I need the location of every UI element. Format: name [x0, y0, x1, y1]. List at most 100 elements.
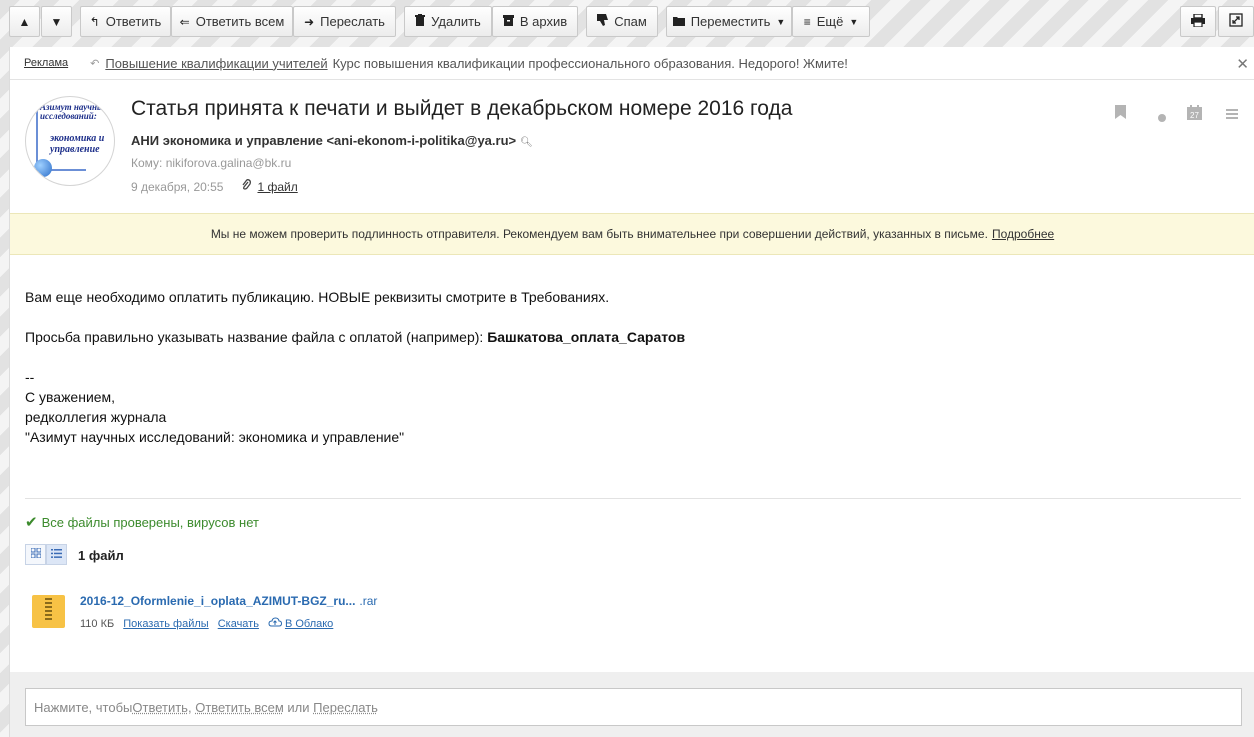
chevron-down-icon: ▼: [849, 16, 859, 27]
more-button-label: Ещё: [816, 14, 844, 29]
ad-text: Курс повышения квалификации профессионал…: [332, 55, 848, 71]
reply-all-icon: ⇐: [179, 14, 190, 29]
quick-reply-link[interactable]: Ответить: [132, 700, 188, 715]
quick-reply-separator: ,: [187, 699, 196, 715]
move-button[interactable]: Переместить ▼: [666, 6, 792, 37]
close-icon[interactable]: ✕: [1236, 55, 1249, 73]
message-subject: Статья принята к печати и выйдет в декаб…: [131, 97, 793, 120]
archive-file-icon[interactable]: [32, 595, 65, 628]
thumbs-down-icon: [597, 14, 609, 29]
body-line-text: Просьба правильно указывать название фай…: [25, 329, 488, 345]
bookmark-icon[interactable]: [1115, 105, 1126, 123]
arrow-up-icon: ▲: [18, 14, 31, 29]
quick-reply-prefix: Нажмите, чтобы: [34, 699, 133, 715]
archive-icon: [502, 14, 514, 29]
reply-icon: ↰: [89, 14, 100, 29]
print-button[interactable]: [1180, 6, 1216, 37]
globe-icon: [34, 159, 52, 177]
signature-line: "Азимут научных исследований: экономика …: [25, 429, 405, 445]
reply-all-button[interactable]: ⇐ Ответить всем: [171, 6, 293, 37]
archive-button[interactable]: В архив: [492, 6, 578, 37]
hamburger-icon[interactable]: [1226, 107, 1238, 124]
ad-link[interactable]: Повышение квалификации учителей: [105, 56, 327, 71]
attachment-name: 2016-12_Oformlenie_i_oplata_AZIMUT-BGZ_r…: [80, 594, 356, 608]
attachments-count: 1 файл: [78, 548, 124, 563]
search-icon[interactable]: 🔍︎: [520, 137, 533, 148]
virus-check-status: ✔ Все файлы проверены, вирусов нет: [25, 513, 259, 531]
body-line: Вам еще необходимо оплатить публикацию. …: [25, 289, 610, 305]
recipient-line: Кому: nikiforova.galina@bk.ru: [131, 156, 292, 170]
message-date: 9 декабря, 20:55: [131, 179, 224, 194]
expand-window-button[interactable]: [1218, 6, 1254, 37]
save-to-cloud-link[interactable]: В Облако: [285, 618, 333, 630]
divider: [25, 498, 1241, 499]
quick-reply-separator: или: [283, 699, 314, 715]
attachment-ext: .rar: [359, 594, 378, 608]
reply-all-button-label: Ответить всем: [195, 14, 285, 29]
signature-line: редколлегия журнала: [25, 409, 167, 425]
grid-view-button[interactable]: [25, 544, 46, 565]
message-toolbar: ▲ ▼ ↰ Ответить ⇐ Ответить всем ➜ Пересла…: [0, 0, 1254, 44]
folder-icon: [672, 15, 685, 29]
attachments-view-toggle: [25, 544, 68, 565]
message-body: Вам еще необходимо оплатить публикацию. …: [25, 287, 1225, 447]
unread-dot-icon[interactable]: [1158, 109, 1166, 126]
list-view-button[interactable]: [46, 544, 67, 565]
message-meta: 9 декабря, 20:55 1 файл: [131, 179, 298, 194]
archive-button-label: В архив: [519, 14, 568, 29]
check-icon: ✔: [25, 514, 38, 531]
warning-text: Мы не можем проверить подлинность отправ…: [210, 227, 988, 241]
printer-icon: [1191, 12, 1205, 30]
forward-icon: ➜: [304, 14, 315, 29]
attachment-size: 110 КБ: [80, 617, 115, 630]
show-files-link[interactable]: Показать файлы: [123, 618, 208, 630]
body-filename-example: Башкатова_оплата_Саратов: [487, 329, 686, 345]
trash-icon: [415, 14, 426, 29]
calendar-day: 27: [1190, 111, 1199, 120]
forward-button[interactable]: ➜ Переслать: [293, 6, 396, 37]
zipper: [45, 598, 52, 620]
ad-label[interactable]: Реклама: [24, 57, 68, 69]
expand-icon: [1229, 13, 1243, 30]
previous-message-button[interactable]: ▲: [9, 6, 40, 37]
delete-button-label: Удалить: [431, 14, 481, 29]
sender-warning-banner: Мы не можем проверить подлинность отправ…: [10, 213, 1254, 255]
quick-reply-area: Нажмите, чтобы Ответить , Ответить всем …: [10, 672, 1254, 737]
arrow-down-icon: ▼: [50, 14, 63, 29]
body-line: Просьба правильно указывать название фай…: [25, 327, 1225, 347]
reply-button-label: Ответить: [105, 14, 162, 29]
signature-line: С уважением,: [25, 389, 116, 405]
quick-reply-box[interactable]: Нажмите, чтобы Ответить , Ответить всем …: [25, 688, 1242, 726]
cloud-upload-icon: [268, 617, 282, 630]
spam-button[interactable]: Спам: [586, 6, 658, 37]
attachments-link[interactable]: 1 файл: [257, 180, 297, 194]
more-button[interactable]: ≡ Ещё ▼: [792, 6, 870, 37]
spam-button-label: Спам: [614, 14, 647, 29]
warning-more-link[interactable]: Подробнее: [992, 227, 1054, 241]
sender-avatar: Азимут научных исследований: экономика и…: [25, 96, 115, 186]
sender-name[interactable]: АНИ экономика и управление <ani-ekonom-i…: [131, 133, 516, 148]
signature-dash: --: [25, 369, 35, 385]
quick-reply-all-link[interactable]: Ответить всем: [195, 700, 284, 715]
list-icon: [51, 548, 62, 561]
chevron-down-icon: ▼: [776, 16, 786, 27]
avatar-logo-top-text: Азимут научных исследований:: [40, 102, 108, 121]
paperclip-icon: [241, 179, 252, 194]
quick-forward-link[interactable]: Переслать: [313, 700, 378, 715]
avatar-logo-bottom-text: экономика и управление: [50, 133, 105, 155]
virus-status-text: Все файлы проверены, вирусов нет: [41, 514, 259, 530]
reply-button[interactable]: ↰ Ответить: [80, 6, 171, 37]
message-panel: Реклама ↶ Повышение квалификации учителе…: [9, 47, 1254, 737]
ad-arrow-icon: ↶: [90, 57, 100, 70]
calendar-icon[interactable]: 27: [1187, 105, 1202, 124]
attachment-file-name[interactable]: 2016-12_Oformlenie_i_oplata_AZIMUT-BGZ_r…: [80, 594, 377, 608]
next-message-button[interactable]: ▼: [41, 6, 72, 37]
sender-line: АНИ экономика и управление <ani-ekonom-i…: [131, 133, 533, 148]
move-button-label: Переместить: [690, 14, 771, 29]
grid-icon: [30, 547, 41, 561]
forward-button-label: Переслать: [320, 14, 385, 29]
ad-row: Реклама ↶ Повышение квалификации учителе…: [10, 47, 1254, 80]
download-link[interactable]: Скачать: [218, 618, 259, 630]
delete-button[interactable]: Удалить: [404, 6, 492, 37]
menu-icon: ≡: [803, 14, 811, 29]
